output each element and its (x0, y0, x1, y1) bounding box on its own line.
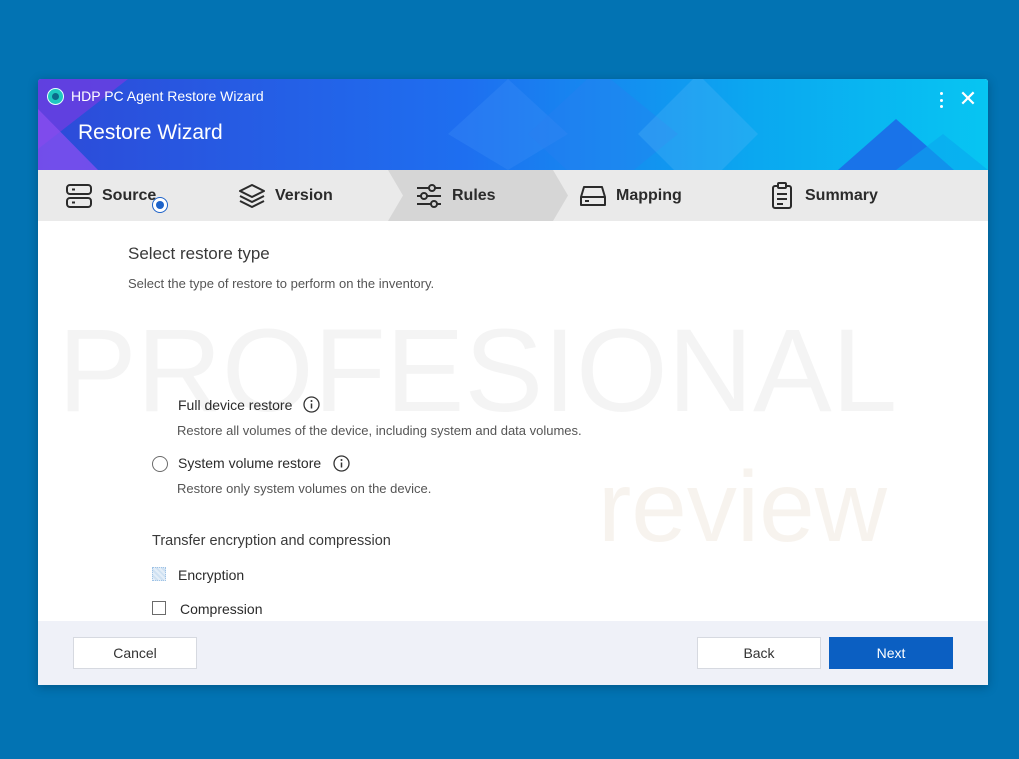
full-device-restore-radio[interactable] (152, 197, 168, 213)
sliders-icon (414, 181, 444, 211)
encryption-checkbox[interactable] (152, 567, 166, 581)
step-label-version: Version (275, 186, 333, 204)
more-vertical-icon[interactable] (934, 90, 948, 110)
rules-content: PROFESIONAL review Select restore type S… (38, 197, 988, 621)
full-device-restore-description: Restore all volumes of the device, inclu… (177, 423, 582, 438)
restore-type-description: Select the type of restore to perform on… (128, 276, 435, 291)
app-logo-icon (47, 88, 64, 105)
watermark-line-2: review (598, 451, 888, 563)
wizard-title: Restore Wizard (78, 121, 223, 144)
restore-type-heading: Select restore type (128, 244, 270, 263)
compression-checkbox[interactable] (152, 601, 166, 615)
step-source[interactable]: Source (64, 170, 156, 221)
step-label-mapping: Mapping (616, 186, 682, 204)
server-icon (64, 181, 94, 211)
step-label-rules: Rules (452, 186, 496, 204)
full-device-restore-label[interactable]: Full device restore (178, 397, 292, 413)
full-device-info-icon[interactable] (303, 396, 320, 413)
clipboard-list-icon (767, 181, 797, 211)
close-icon[interactable]: ✕ (958, 88, 978, 110)
step-label-summary: Summary (805, 186, 878, 204)
next-button[interactable]: Next (829, 637, 953, 669)
step-label-source: Source (102, 186, 157, 204)
system-volume-restore-radio[interactable] (152, 456, 168, 472)
encryption-label: Encryption (178, 567, 245, 583)
system-volume-restore-label[interactable]: System volume restore (178, 455, 321, 471)
system-volume-info-icon[interactable] (333, 455, 350, 472)
cancel-button[interactable]: Cancel (73, 637, 197, 669)
compression-label: Compression (180, 601, 263, 617)
step-summary[interactable]: Summary (767, 170, 878, 221)
step-rules[interactable]: Rules (414, 170, 496, 221)
transfer-heading: Transfer encryption and compression (152, 533, 391, 549)
watermark-line-1: PROFESIONAL (58, 305, 897, 437)
header-banner: HDP PC Agent Restore Wizard Restore Wiza… (38, 79, 988, 170)
step-version[interactable]: Version (237, 170, 333, 221)
wizard-footer: Cancel Back Next (38, 621, 988, 685)
app-title: HDP PC Agent Restore Wizard (71, 88, 264, 104)
system-volume-restore-description: Restore only system volumes on the devic… (177, 481, 432, 496)
drive-icon (578, 181, 608, 211)
layers-icon (237, 181, 267, 211)
step-mapping[interactable]: Mapping (578, 170, 682, 221)
back-button[interactable]: Back (697, 637, 821, 669)
wizard-steps: Source Version Rules Mapping Summary (38, 170, 988, 221)
restore-wizard-window: HDP PC Agent Restore Wizard Restore Wiza… (38, 79, 988, 685)
